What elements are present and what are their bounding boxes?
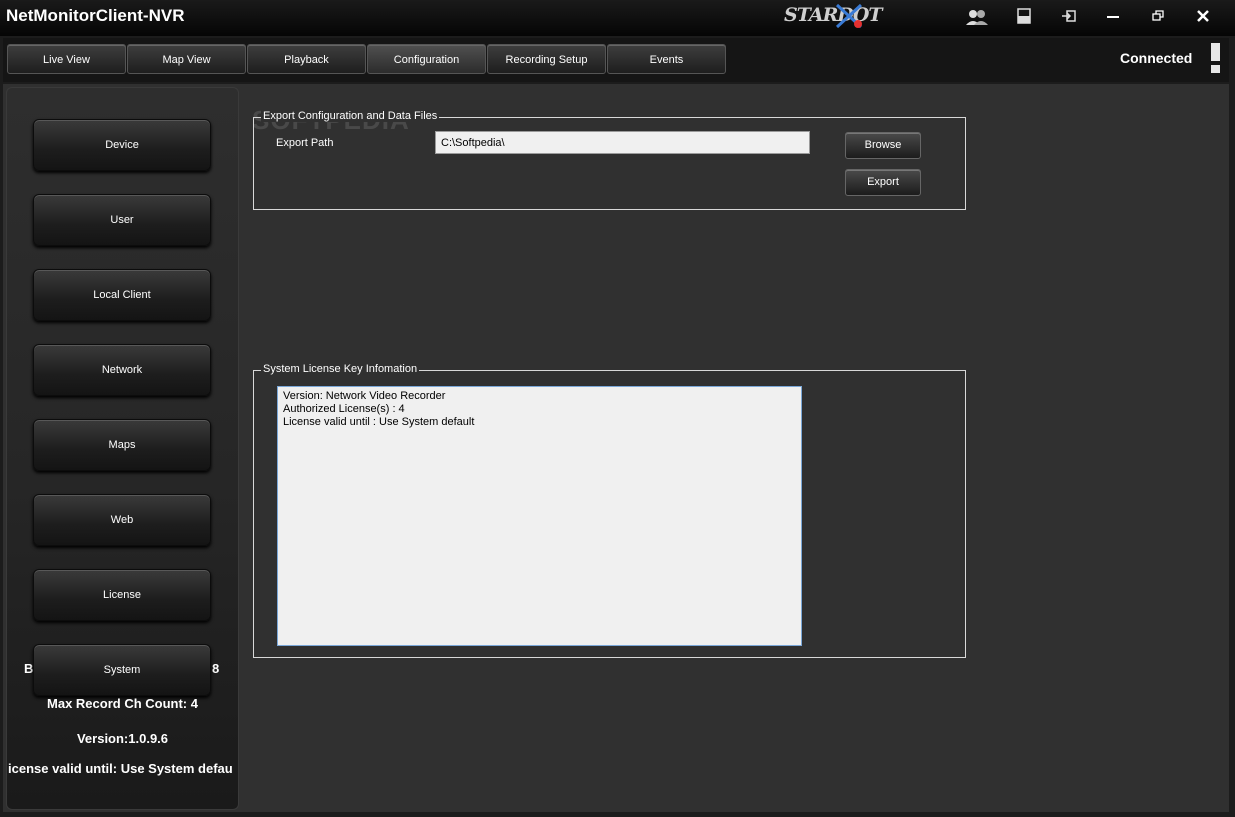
tab-configuration[interactable]: Configuration (367, 44, 486, 74)
tab-recording-setup[interactable]: Recording Setup (487, 44, 606, 74)
sidebar-item-web[interactable]: Web (33, 494, 211, 546)
max-record-count: Max Record Ch Count: 4 (47, 696, 198, 711)
sidebar: Device User Local Client Network Maps We… (6, 87, 239, 810)
users-icon[interactable] (964, 8, 990, 28)
minimize-icon[interactable] (1100, 8, 1126, 28)
sidebar-item-device[interactable]: Device (33, 119, 211, 171)
stardot-logo-icon (835, 3, 863, 29)
sidebar-item-network[interactable]: Network (33, 344, 211, 396)
license-groupbox: System License Key Infomation Version: N… (253, 363, 966, 658)
tab-events[interactable]: Events (607, 44, 726, 74)
tab-playback[interactable]: Playback (247, 44, 366, 74)
sidebar-item-maps[interactable]: Maps (33, 419, 211, 471)
export-path-input[interactable] (435, 131, 810, 154)
connection-status: Connected (1120, 50, 1193, 66)
license-group-legend: System License Key Infomation (261, 363, 420, 375)
tab-map-view[interactable]: Map View (127, 44, 246, 74)
logout-icon[interactable] (1056, 8, 1082, 28)
license-line-authorized: Authorized License(s) : 4 (283, 403, 405, 415)
stardot-logo: STARDOT (784, 4, 883, 26)
export-groupbox: Export Configuration and Data Files Expo… (253, 110, 966, 210)
license-line-version: Version: Network Video Recorder (283, 390, 446, 402)
close-icon[interactable] (1190, 8, 1216, 28)
license-valid-label: icense valid until: Use System defau (8, 761, 233, 776)
license-info-textbox[interactable]: Version: Network Video Recorder Authoriz… (277, 386, 802, 646)
sidebar-item-user[interactable]: User (33, 194, 211, 246)
tab-live-view[interactable]: Live View (7, 44, 126, 74)
sidebar-item-license[interactable]: License (33, 569, 211, 621)
export-button[interactable]: Export (845, 169, 921, 196)
sidebar-info-partial-right: 8 (212, 661, 220, 676)
app-title: NetMonitorClient-NVR (6, 6, 185, 25)
sidebar-item-local-client[interactable]: Local Client (33, 269, 211, 321)
connection-indicator (1211, 43, 1220, 73)
browse-button[interactable]: Browse (845, 132, 921, 159)
export-group-legend: Export Configuration and Data Files (261, 110, 440, 122)
title-bar: NetMonitorClient-NVR STARDOT (0, 0, 1235, 36)
restore-icon[interactable] (1145, 8, 1171, 28)
version-label: Version:1.0.9.6 (76, 731, 169, 746)
sidebar-item-system[interactable]: System (33, 644, 211, 696)
tab-bar: Live View Map View Playback Configuratio… (3, 38, 1229, 82)
license-line-valid-until: License valid until : Use System default (283, 416, 475, 428)
layout-icon[interactable] (1011, 8, 1037, 28)
export-path-label: Export Path (276, 137, 334, 149)
